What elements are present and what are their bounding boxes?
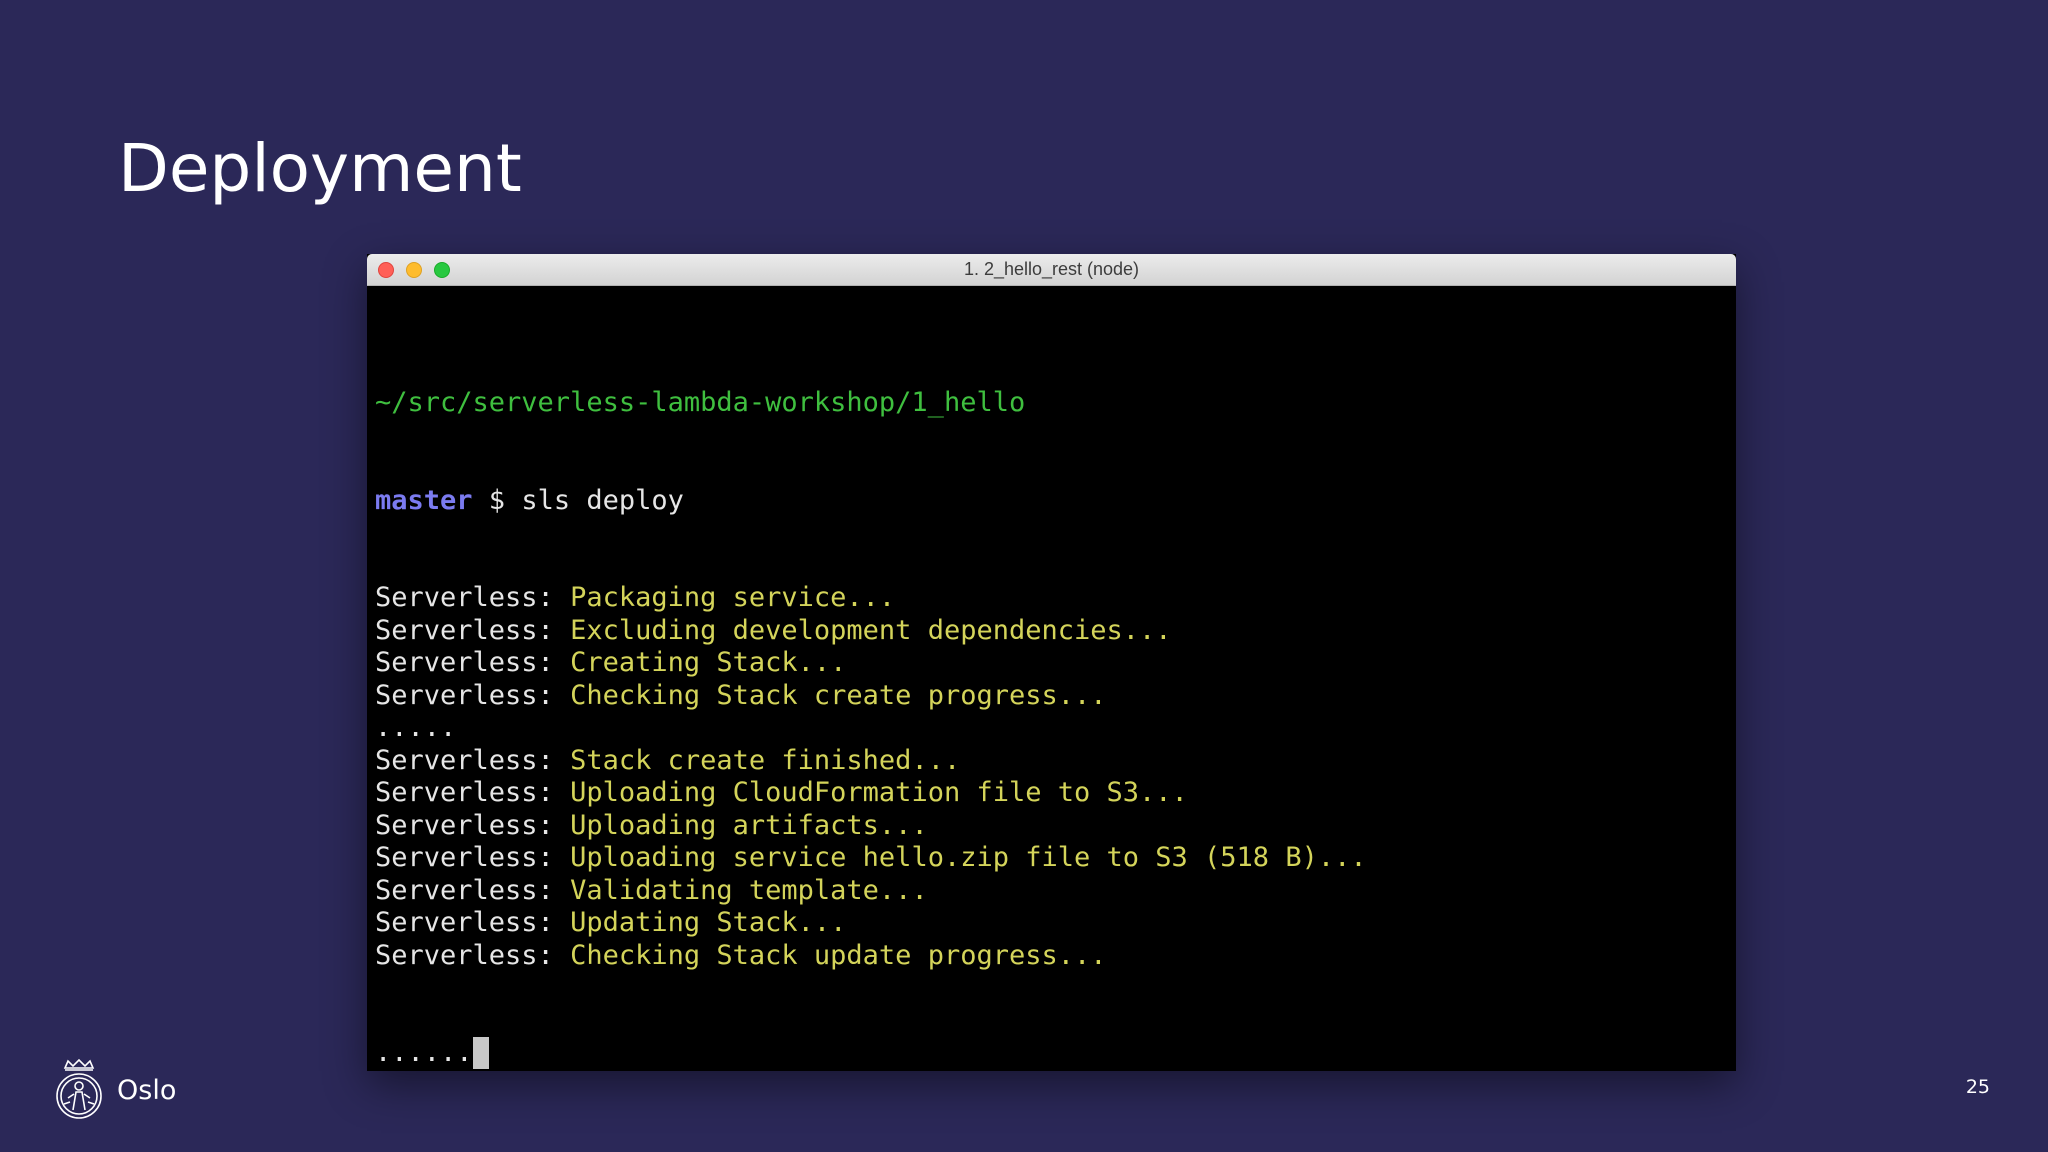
terminal-output-line: Serverless: Packaging service...	[375, 582, 1728, 615]
output-message: Validating template...	[570, 874, 928, 906]
terminal-output-line: Serverless: Creating Stack...	[375, 647, 1728, 680]
terminal-window[interactable]: 1. 2_hello_rest (node) ~/src/serverless-…	[367, 254, 1736, 1071]
terminal-window-title: 1. 2_hello_rest (node)	[963, 259, 1140, 279]
output-message: Uploading artifacts...	[570, 809, 928, 841]
terminal-titlebar[interactable]: 1. 2_hello_rest (node)	[367, 254, 1736, 286]
terminal-prompt-line: master $ sls deploy	[375, 485, 1728, 518]
git-branch: master	[375, 484, 473, 516]
terminal-output-line: Serverless: Uploading CloudFormation fil…	[375, 777, 1728, 810]
terminal-cwd: ~/src/serverless-lambda-workshop/1_hello	[375, 387, 1026, 418]
output-message: Creating Stack...	[570, 647, 847, 678]
terminal-progress-line: ......	[375, 1037, 1728, 1070]
output-label: Serverless:	[375, 614, 571, 646]
output-label: Serverless:	[375, 809, 571, 841]
output-label: Serverless:	[375, 874, 571, 906]
oslo-city-seal-icon	[56, 1058, 102, 1119]
terminal-output-line: Serverless: Excluding development depend…	[375, 615, 1728, 648]
output-label: Serverless:	[375, 939, 571, 971]
page-number: 25	[1965, 1076, 1990, 1098]
terminal-cursor	[472, 1037, 489, 1069]
terminal-command: $ sls deploy	[472, 484, 684, 516]
output-label: Serverless:	[375, 907, 571, 938]
output-message: Updating Stack...	[570, 907, 847, 938]
output-message: Stack create finished...	[570, 744, 961, 776]
footer-brand: Oslo	[117, 1075, 177, 1106]
output-label: Serverless:	[375, 582, 571, 613]
terminal-output-line: Serverless: Uploading service hello.zip …	[375, 842, 1728, 875]
progress-dots: .....	[375, 712, 457, 743]
terminal-output-line: Serverless: Uploading artifacts...	[375, 810, 1728, 843]
output-message: Packaging service...	[570, 582, 896, 613]
output-message: Uploading service hello.zip file to S3 (…	[570, 842, 1367, 873]
terminal-output-line: .....	[375, 712, 1728, 745]
output-message: Uploading CloudFormation file to S3...	[570, 777, 1188, 808]
progress-dots: ......	[375, 1037, 473, 1068]
terminal-output-line: Serverless: Stack create finished...	[375, 745, 1728, 778]
terminal-output-line: Serverless: Checking Stack update progre…	[375, 940, 1728, 973]
output-message: Checking Stack update progress...	[570, 939, 1107, 971]
output-label: Serverless:	[375, 777, 571, 808]
terminal-output-line: Serverless: Updating Stack...	[375, 907, 1728, 940]
output-message: Excluding development dependencies...	[570, 614, 1172, 646]
terminal-output-line: Serverless: Validating template...	[375, 875, 1728, 908]
output-label: Serverless:	[375, 842, 571, 873]
output-label: Serverless:	[375, 744, 571, 776]
terminal-output-line: Serverless: Checking Stack create progre…	[375, 680, 1728, 713]
output-message: Checking Stack create progress...	[570, 679, 1107, 711]
terminal-cwd-line: ~/src/serverless-lambda-workshop/1_hello	[375, 387, 1728, 420]
slide-title: Deployment	[118, 130, 522, 207]
output-label: Serverless:	[375, 647, 571, 678]
terminal-output[interactable]: ~/src/serverless-lambda-workshop/1_hello…	[375, 322, 1728, 1069]
output-label: Serverless:	[375, 679, 571, 711]
